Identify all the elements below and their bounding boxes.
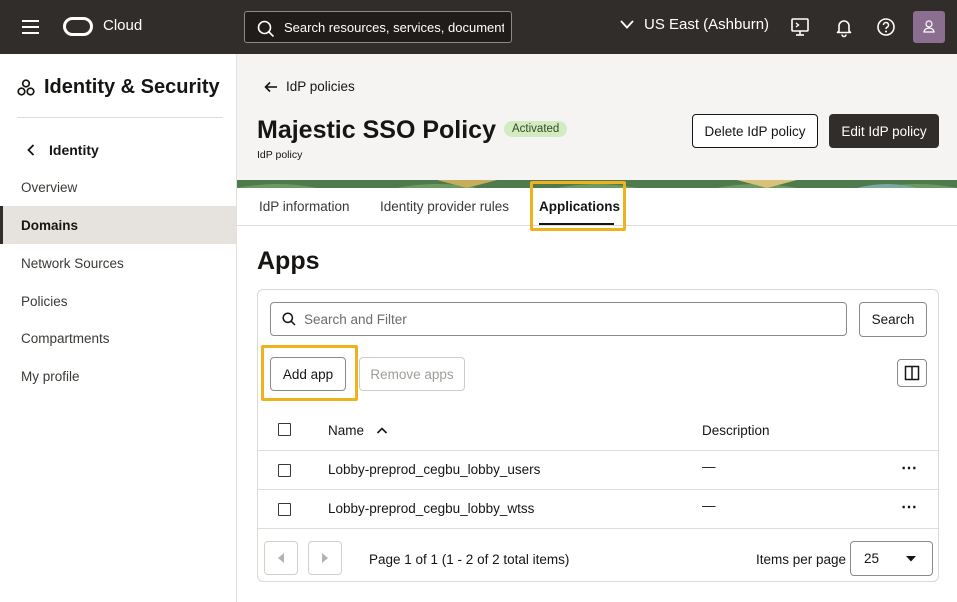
sidebar-item-label: Compartments — [21, 330, 110, 346]
app-name[interactable]: Lobby-preprod_cegbu_lobby_users — [328, 462, 540, 477]
caret-left-icon — [278, 553, 284, 563]
next-page-button[interactable] — [308, 541, 342, 575]
sidebar-item-compartments[interactable]: Compartments — [0, 319, 236, 357]
previous-page-button[interactable] — [264, 541, 298, 575]
sidebar-item-label: Domains — [21, 217, 79, 233]
decorative-banner — [237, 180, 957, 188]
items-per-page-value: 25 — [864, 551, 880, 566]
sidebar-item-domains[interactable]: Domains — [0, 206, 236, 244]
cloud-shell-icon[interactable] — [789, 16, 811, 38]
region-selector[interactable]: US East (Ashburn) — [620, 16, 769, 33]
page-subtitle: IdP policy — [257, 149, 303, 161]
sidebar-item-network-sources[interactable]: Network Sources — [0, 244, 236, 282]
select-all-checkbox[interactable] — [278, 423, 291, 436]
active-tab-indicator — [539, 223, 614, 225]
app-name[interactable]: Lobby-preprod_cegbu_lobby_wtss — [328, 501, 534, 516]
table-bottom-border — [258, 528, 938, 529]
sidebar-back-identity[interactable]: Identity — [27, 142, 99, 158]
search-button[interactable]: Search — [859, 302, 927, 337]
user-avatar[interactable] — [913, 11, 945, 43]
sidebar-item-label: Overview — [21, 179, 78, 195]
global-search-input[interactable]: Search resources, services, documentatio… — [244, 11, 512, 43]
section-title: Apps — [257, 247, 320, 275]
chevron-down-icon — [620, 20, 634, 29]
sidebar-item-label: My profile — [21, 368, 80, 384]
search-icon — [282, 312, 296, 326]
app-description: — — [702, 459, 716, 474]
tab-identity-provider-rules[interactable]: Identity provider rules — [380, 199, 509, 214]
sidebar-item-overview[interactable]: Overview — [0, 168, 236, 206]
pagination-status: Page 1 of 1 (1 - 2 of 2 total items) — [369, 552, 570, 567]
oracle-logo[interactable] — [63, 17, 93, 36]
back-to-idp-policies-link[interactable]: IdP policies — [264, 79, 355, 94]
sidebar-item-label: Network Sources — [21, 255, 124, 271]
user-icon — [923, 20, 935, 33]
search-and-filter-input[interactable] — [304, 309, 834, 329]
items-per-page-label: Items per page — [756, 552, 847, 567]
sidebar-item-label: Policies — [21, 293, 68, 309]
sidebar-title-label: Identity & Security — [44, 76, 220, 98]
sidebar-item-policies[interactable]: Policies — [0, 282, 236, 320]
row-checkbox[interactable] — [278, 464, 291, 477]
tab-applications[interactable]: Applications — [539, 199, 620, 214]
table-row: Lobby-preprod_cegbu_lobby_wtss — ⋯ — [258, 489, 938, 528]
sidebar-title: Identity & Security — [17, 76, 220, 99]
column-header-description: Description — [702, 423, 770, 438]
caret-down-icon — [906, 556, 916, 562]
column-header-name[interactable]: Name — [328, 423, 388, 438]
tab-idp-information[interactable]: IdP information — [259, 199, 350, 214]
help-icon[interactable] — [875, 16, 897, 38]
edit-idp-policy-button[interactable]: Edit IdP policy — [829, 114, 939, 148]
identity-security-icon — [17, 78, 35, 96]
columns-icon — [904, 365, 920, 381]
manage-columns-button[interactable] — [897, 359, 927, 387]
delete-idp-policy-button[interactable]: Delete IdP policy — [692, 114, 818, 148]
page-header: IdP policies Majestic SSO Policy Activat… — [237, 54, 957, 180]
menu-icon[interactable] — [22, 19, 40, 35]
chevron-left-icon — [27, 144, 35, 156]
sidebar-back-label: Identity — [49, 142, 99, 158]
column-header-name-label: Name — [328, 423, 365, 438]
page-title: Majestic SSO Policy — [257, 116, 496, 144]
add-app-button[interactable]: Add app — [270, 357, 346, 391]
row-checkbox[interactable] — [278, 503, 291, 516]
sort-ascending-icon[interactable] — [376, 426, 388, 435]
sidebar-divider — [17, 117, 223, 118]
caret-right-icon — [322, 553, 328, 563]
back-link-label: IdP policies — [286, 79, 355, 94]
items-per-page-select[interactable]: 25 — [850, 541, 933, 576]
table-row: Lobby-preprod_cegbu_lobby_users — ⋯ — [258, 450, 938, 489]
arrow-left-icon — [264, 81, 277, 92]
tab-bar: IdP information Identity provider rules … — [237, 188, 957, 226]
sidebar: Identity & Security Identity Overview Do… — [0, 54, 237, 602]
apps-card: Search Add app Remove apps Name Descript… — [257, 289, 939, 582]
row-actions-icon[interactable]: ⋯ — [901, 458, 918, 478]
top-bar: Cloud Search resources, services, docume… — [0, 0, 957, 54]
region-label: US East (Ashburn) — [644, 16, 770, 33]
global-search-placeholder: Search resources, services, documentatio… — [284, 20, 504, 35]
sidebar-item-my-profile[interactable]: My profile — [0, 357, 236, 395]
bell-icon[interactable] — [833, 16, 855, 38]
remove-apps-button[interactable]: Remove apps — [359, 357, 465, 391]
search-and-filter[interactable] — [270, 302, 847, 336]
search-icon — [257, 20, 275, 38]
status-badge: Activated — [504, 121, 568, 137]
brand-label[interactable]: Cloud — [103, 17, 142, 34]
row-actions-icon[interactable]: ⋯ — [901, 497, 918, 517]
app-description: — — [702, 498, 716, 513]
